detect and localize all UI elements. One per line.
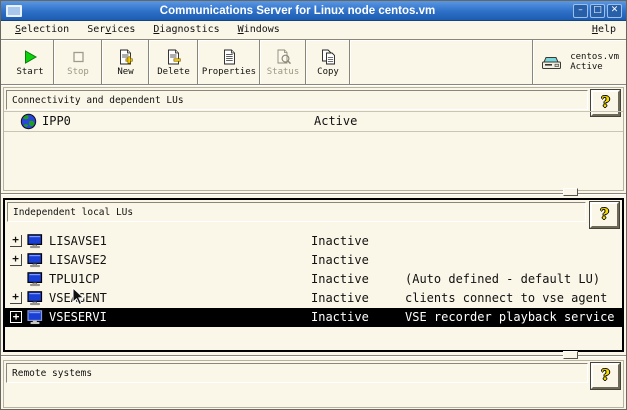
window-controls: – □ ✕: [573, 3, 622, 18]
pane-divider: [1, 355, 626, 356]
table-row-vseservi-selected[interactable]: + VSESERVI Inactive VSE recorder playbac…: [5, 308, 622, 327]
table-row-lisavse1[interactable]: + LISAVSE1 Inactive: [5, 232, 622, 251]
toolbar: Start Stop New Delete Properties Status: [1, 40, 626, 85]
menu-label: election: [21, 24, 70, 35]
lu-comment: (Auto defined - default LU): [405, 272, 601, 286]
lu-status: Inactive: [311, 272, 369, 286]
menu-label: indows: [243, 24, 280, 35]
start-label: Start: [16, 67, 44, 77]
properties-button[interactable]: Properties: [199, 40, 259, 84]
menu-label: ices: [111, 24, 136, 35]
pane-remote-header: Remote systems: [6, 363, 588, 383]
node-server-icon: [542, 56, 562, 69]
lu-status: Inactive: [311, 253, 369, 267]
lu-name: LISAVSE1: [49, 234, 107, 248]
pane-resize-sash[interactable]: [563, 351, 578, 359]
pane-resize-sash[interactable]: [563, 188, 578, 196]
status-label: Status: [266, 67, 300, 77]
menu-label: elp: [597, 24, 616, 35]
delete-label: Delete: [157, 67, 190, 77]
stop-label: Stop: [67, 67, 89, 77]
pane-independent-header: Independent local LUs: [7, 202, 586, 222]
question-mark-icon: ?: [601, 366, 610, 384]
table-row-ipp0[interactable]: IPP0 Active: [4, 111, 623, 132]
properties-icon: [223, 49, 235, 65]
toolbar-spacer: [351, 40, 532, 84]
table-row-vseagent[interactable]: + VSEAGENT Inactive clients connect to v…: [5, 289, 622, 308]
expand-toggle[interactable]: +: [10, 311, 22, 323]
lu-status: Inactive: [311, 310, 369, 324]
question-mark-icon: ?: [600, 205, 609, 223]
window-menu-icon[interactable]: [6, 4, 22, 17]
copy-label: Copy: [317, 67, 339, 77]
lu-comment: VSE recorder playback service: [405, 310, 615, 324]
lu-name: VSESERVI: [49, 310, 107, 324]
lu-name: TPLU1CP: [49, 272, 100, 286]
stop-button[interactable]: Stop: [55, 40, 101, 84]
app-window: Communications Server for Linux node cen…: [0, 0, 627, 410]
table-row-tplu1cp[interactable]: TPLU1CP Inactive (Auto defined - default…: [5, 270, 622, 289]
maximize-button[interactable]: □: [590, 3, 605, 18]
new-label: New: [117, 67, 134, 77]
menu-windows[interactable]: Windows: [238, 24, 280, 35]
lu-status: Inactive: [311, 291, 369, 305]
menu-label: Ser: [87, 24, 106, 35]
stop-icon: [72, 51, 84, 63]
pane-divider: [1, 193, 626, 194]
menubar: Selection Services Diagnostics Windows H…: [1, 20, 626, 40]
titlebar[interactable]: Communications Server for Linux node cen…: [1, 1, 626, 21]
close-button[interactable]: ✕: [607, 3, 622, 18]
expand-toggle[interactable]: +: [10, 253, 22, 266]
globe-icon: [20, 113, 37, 136]
menu-services[interactable]: Services: [87, 24, 135, 35]
menu-label: iagnostics: [159, 24, 220, 35]
pane-connectivity: Connectivity and dependent LUs ? IPP0 Ac…: [3, 87, 624, 191]
port-status: Active: [314, 114, 358, 128]
pane-title: Independent local LUs: [13, 207, 134, 218]
expand-toggle[interactable]: +: [10, 234, 22, 247]
port-name: IPP0: [42, 114, 71, 128]
new-icon: [120, 49, 133, 65]
window-title: Communications Server for Linux node cen…: [159, 4, 436, 17]
properties-label: Properties: [201, 67, 257, 77]
question-mark-icon: ?: [601, 93, 610, 111]
menu-selection[interactable]: Selection: [15, 24, 69, 35]
status-button[interactable]: Status: [261, 40, 305, 84]
help-button-independent[interactable]: ?: [589, 201, 620, 229]
delete-icon: [168, 49, 181, 65]
monitor-icon: [27, 310, 43, 331]
lu-comment: clients connect to vse agent: [405, 291, 608, 305]
start-button[interactable]: Start: [7, 40, 53, 84]
lu-name: VSEAGENT: [49, 291, 107, 305]
status-icon: [277, 49, 291, 65]
table-row-lisavse2[interactable]: + LISAVSE2 Inactive: [5, 251, 622, 270]
copy-button[interactable]: Copy: [307, 40, 349, 84]
pane-independent-lus: Independent local LUs ? + LISAVSE1 Inact…: [3, 198, 624, 352]
pane-title: Connectivity and dependent LUs: [12, 95, 184, 106]
pane-remote-systems: Remote systems ?: [3, 360, 624, 408]
delete-button[interactable]: Delete: [150, 40, 197, 84]
menu-diagnostics[interactable]: Diagnostics: [153, 24, 219, 35]
menu-help[interactable]: Help: [592, 24, 616, 35]
help-button-remote[interactable]: ?: [590, 362, 621, 390]
new-button[interactable]: New: [103, 40, 148, 84]
expand-toggle[interactable]: +: [10, 291, 22, 304]
lu-name: LISAVSE2: [49, 253, 107, 267]
node-name: centos.vm: [570, 51, 619, 62]
node-state: Active: [570, 62, 603, 72]
lu-status: Inactive: [311, 234, 369, 248]
copy-icon: [321, 49, 335, 65]
pane-connectivity-header: Connectivity and dependent LUs: [6, 90, 588, 110]
pane-title: Remote systems: [12, 368, 93, 379]
node-status-text: centos.vm Active: [570, 52, 619, 73]
start-icon: [24, 50, 37, 64]
minimize-button[interactable]: –: [573, 3, 588, 18]
node-status-button[interactable]: centos.vm Active: [534, 40, 626, 84]
